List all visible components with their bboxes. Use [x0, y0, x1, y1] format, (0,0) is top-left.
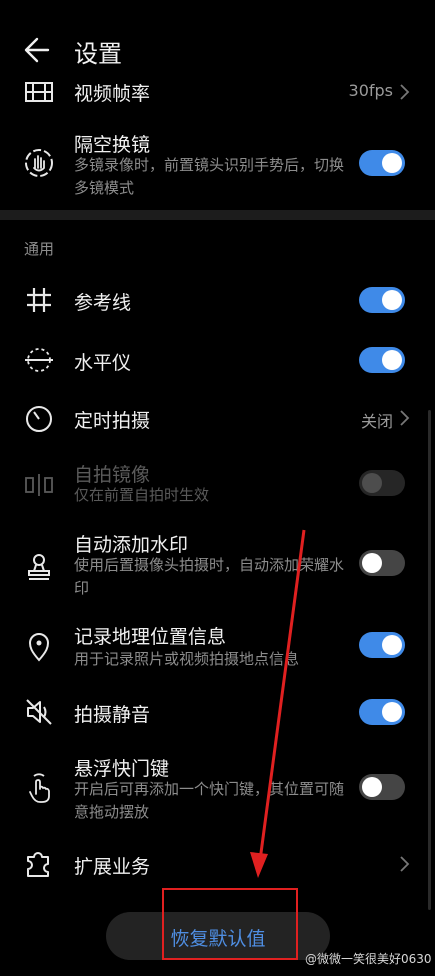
annotation-highlight-box [162, 888, 298, 960]
watermark-text: @微微一笑很美好0630 [305, 952, 432, 966]
annotation-arrow [250, 529, 306, 878]
